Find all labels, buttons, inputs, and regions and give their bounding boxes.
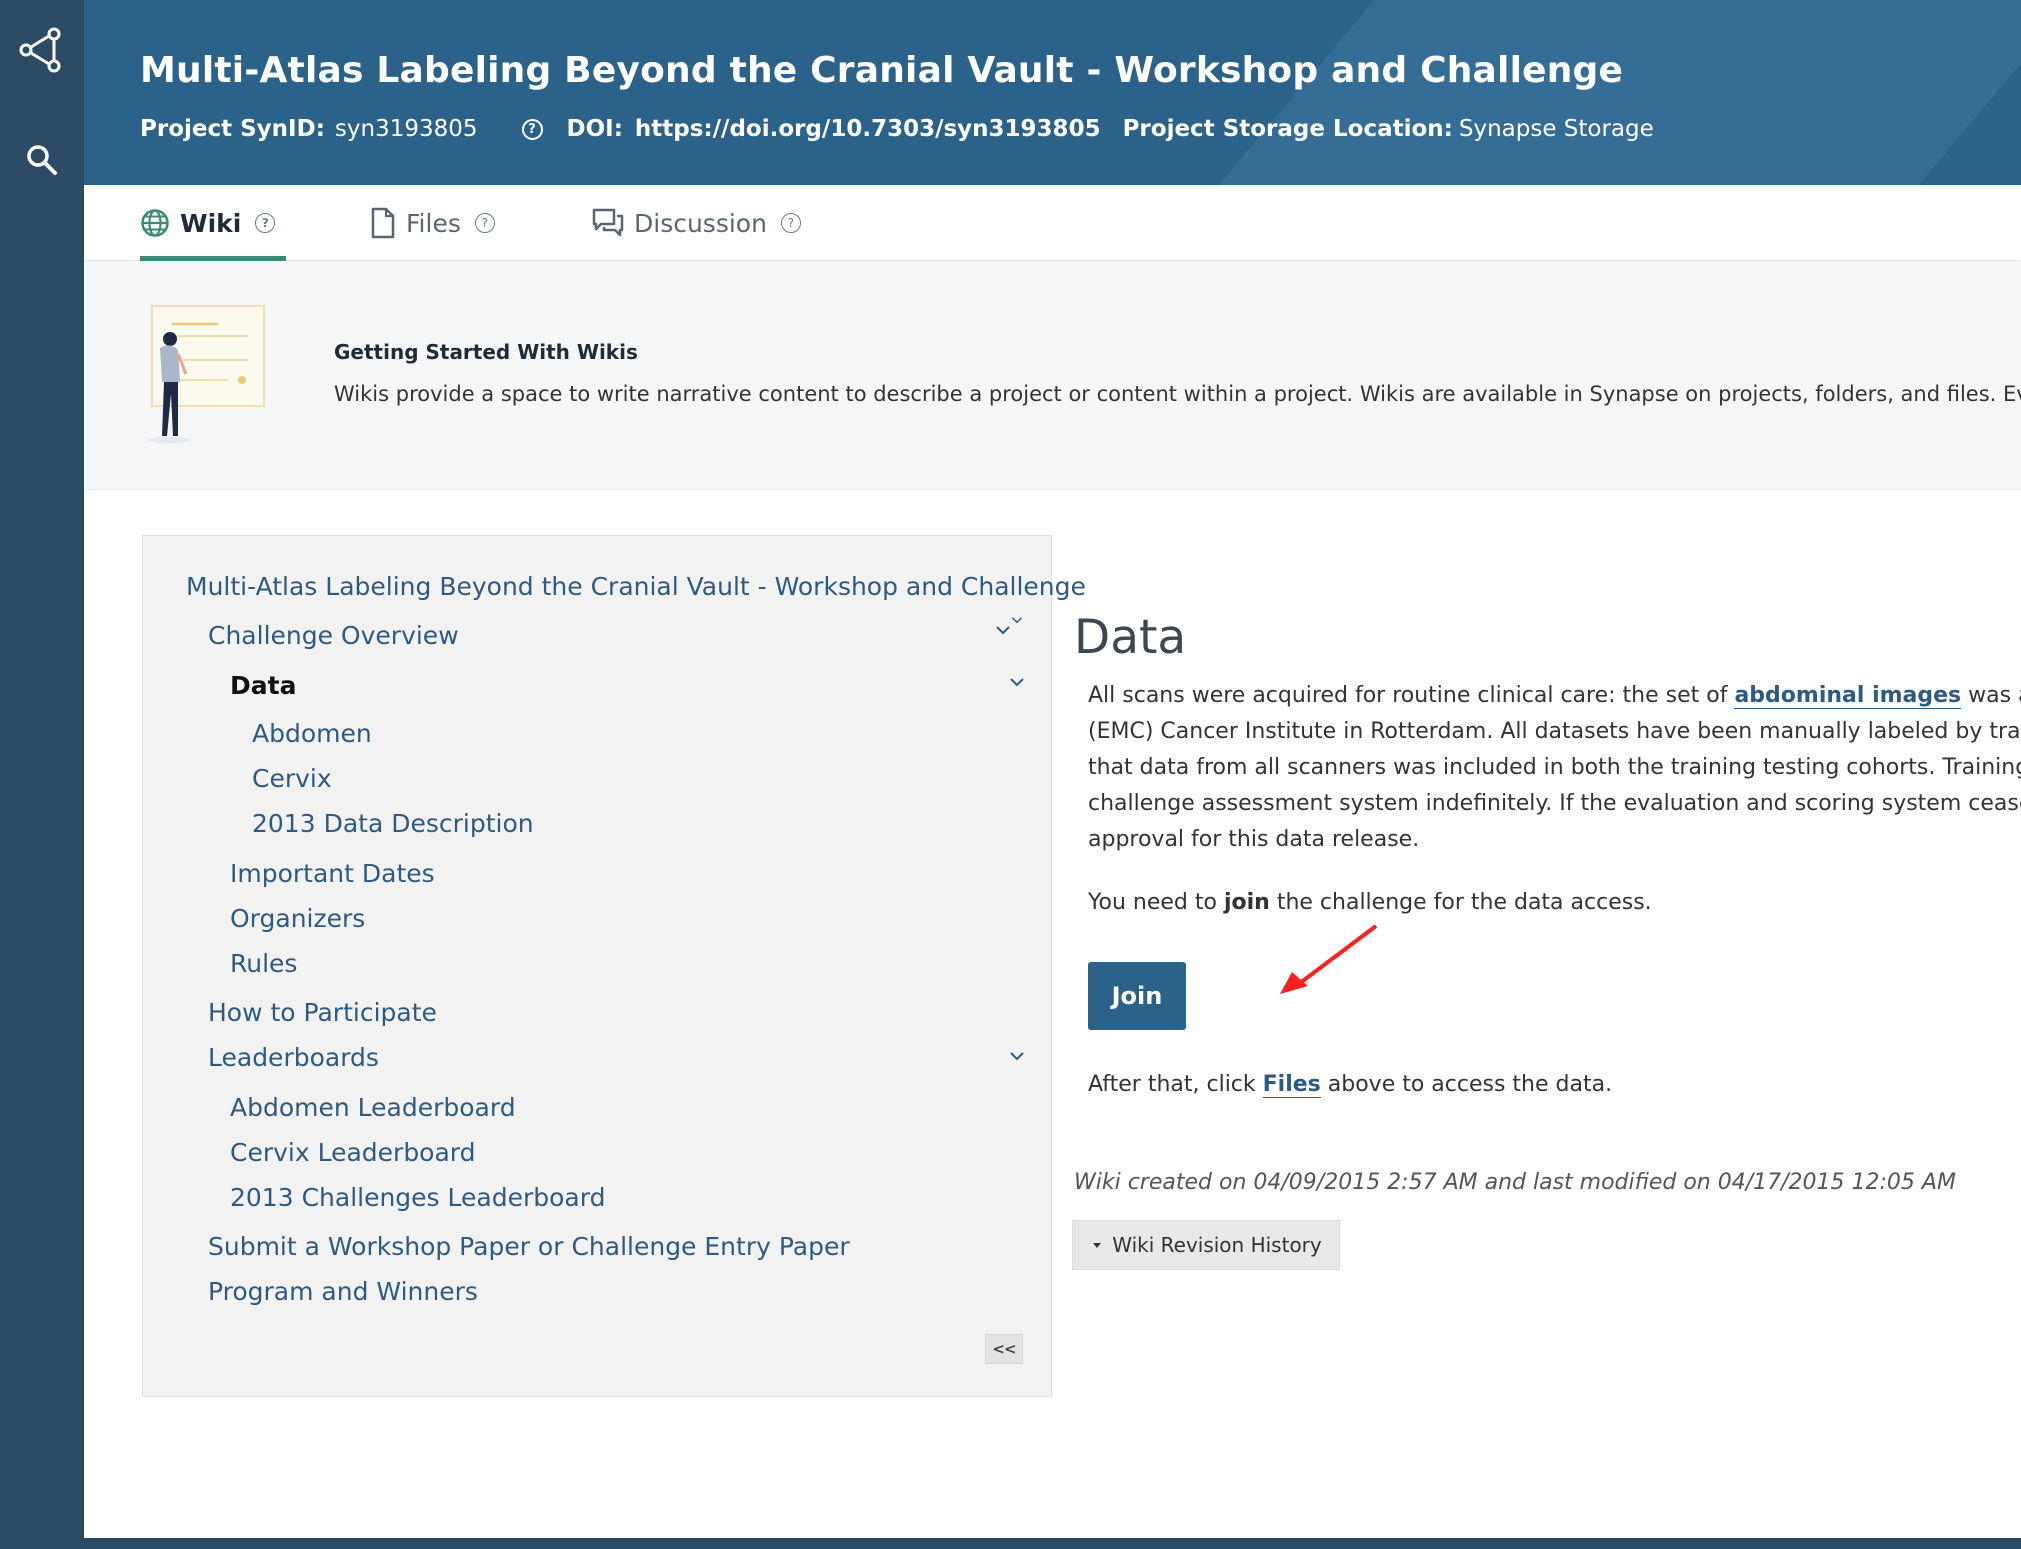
files-instruction-text: After that, click — [1088, 1072, 1263, 1097]
tab-discussion-label: Discussion — [634, 208, 767, 238]
para-text: was acquire — [1968, 683, 2021, 708]
tab-files[interactable]: Files ? — [370, 185, 495, 261]
files-help-icon[interactable]: ? — [474, 213, 495, 233]
globe-icon — [141, 209, 169, 237]
file-icon — [371, 207, 395, 239]
project-title: Multi-Atlas Labeling Beyond the Cranial … — [140, 50, 1624, 91]
discussion-help-icon[interactable]: ? — [780, 213, 801, 233]
synapse-logo-icon[interactable] — [0, 5, 84, 95]
wiki-table-of-contents: Multi-Atlas Labeling Beyond the Cranial … — [142, 535, 1086, 1397]
toc-item-data[interactable]: Data — [230, 671, 296, 700]
red-arrow-annotation-icon — [1280, 924, 1378, 994]
para-line: (EMC) Cancer Institute in Rotterdam. All… — [1088, 719, 2021, 744]
synid-label: Project SynID: — [140, 116, 325, 142]
project-header: Multi-Atlas Labeling Beyond the Cranial … — [84, 0, 2021, 185]
toc-item-leaderboards[interactable]: Leaderboards — [208, 1043, 379, 1072]
toc-item-abdomen-leaderboard[interactable]: Abdomen Leaderboard — [230, 1093, 516, 1122]
para-text: All scans were acquired for routine clin… — [1088, 683, 1735, 708]
toc-item-challenge-overview[interactable]: Challenge Overview — [208, 621, 459, 650]
join-instruction: You need to join the challenge for the d… — [1088, 890, 1652, 915]
toc-item-cervix-leaderboard[interactable]: Cervix Leaderboard — [230, 1138, 476, 1167]
join-instruction-bold: join — [1223, 890, 1270, 915]
tab-discussion[interactable]: Discussion ? — [592, 185, 801, 261]
toc-item-root[interactable]: Multi-Atlas Labeling Beyond the Cranial … — [186, 572, 1086, 601]
discussion-icon — [592, 208, 624, 237]
main-area: Multi-Atlas Labeling Beyond the Cranial … — [84, 0, 2021, 1538]
toc-item-2013-challenges-leaderboard[interactable]: 2013 Challenges Leaderboard — [230, 1183, 605, 1212]
wiki-revision-history-label: Wiki Revision History — [1112, 1233, 1322, 1257]
project-tabs: Wiki ? Files ? Discussion ? — [84, 185, 2021, 261]
join-instruction-text: You need to — [1088, 890, 1224, 915]
para-line: approval for this data release. — [1088, 827, 1420, 852]
active-tab-underline — [140, 256, 286, 261]
files-instruction-text: above to access the data. — [1320, 1072, 1613, 1097]
wiki-help-icon[interactable]: ? — [255, 213, 276, 233]
data-description: All scans were acquired for routine clin… — [1088, 678, 2021, 858]
left-nav — [0, 0, 84, 1549]
toc-item-submit-paper[interactable]: Submit a Workshop Paper or Challenge Ent… — [208, 1232, 850, 1261]
toc-item-cervix[interactable]: Cervix — [252, 764, 332, 793]
para-line: that data from all scanners was included… — [1088, 755, 2021, 780]
getting-started-banner: Getting Started With Wikis Wikis provide… — [84, 262, 2021, 490]
storage-value: Synapse Storage — [1458, 116, 1654, 142]
project-meta: Project SynID: syn3193805 ? DOI: https:/… — [140, 116, 1654, 142]
chevron-down-icon[interactable] — [995, 622, 1011, 638]
synid-value: syn3193805 — [334, 116, 478, 142]
caret-down-icon — [1093, 1243, 1102, 1248]
header-decoration — [1218, 0, 2021, 185]
para-line: challenge assessment system indefinitely… — [1088, 791, 2021, 816]
toc-item-organizers[interactable]: Organizers — [230, 904, 365, 933]
search-icon[interactable] — [0, 115, 84, 205]
wiki-illustration-icon — [148, 305, 265, 443]
getting-started-text: Wikis provide a space to write narrative… — [334, 382, 2021, 406]
tab-files-label: Files — [406, 208, 461, 238]
files-link[interactable]: Files — [1262, 1072, 1321, 1098]
getting-started-heading: Getting Started With Wikis — [334, 340, 638, 364]
toc-item-important-dates[interactable]: Important Dates — [230, 859, 435, 888]
chevron-down-icon[interactable] — [1009, 1048, 1025, 1064]
wiki-created-info: Wiki created on 04/09/2015 2:57 AM and l… — [1074, 1170, 1956, 1195]
join-button[interactable]: Join — [1088, 962, 1186, 1030]
page-title: Data — [1074, 610, 1187, 665]
abdominal-images-link[interactable]: abdominal images — [1734, 683, 1962, 709]
tab-wiki-label: Wiki — [180, 208, 242, 238]
help-icon[interactable]: ? — [521, 118, 543, 140]
chevron-down-icon[interactable] — [1009, 674, 1025, 690]
wiki-revision-history-button[interactable]: Wiki Revision History — [1072, 1220, 1340, 1270]
doi-label: DOI: — [566, 116, 623, 142]
toc-item-program-and-winners[interactable]: Program and Winners — [208, 1277, 478, 1306]
toc-item-abdomen[interactable]: Abdomen — [252, 719, 372, 748]
toc-item-rules[interactable]: Rules — [230, 949, 297, 978]
storage-label: Project Storage Location: — [1122, 116, 1453, 142]
toc-item-how-to-participate[interactable]: How to Participate — [208, 998, 437, 1027]
toc-item-2013-data-description[interactable]: 2013 Data Description — [252, 809, 534, 838]
collapse-toc-button[interactable]: << — [985, 1334, 1023, 1364]
chevron-down-icon[interactable] — [1011, 614, 1023, 626]
join-instruction-text: the challenge for the data access. — [1269, 890, 1652, 915]
files-instruction: After that, click Files above to access … — [1088, 1072, 1613, 1098]
tab-wiki[interactable]: Wiki ? — [140, 185, 286, 261]
doi-link[interactable]: https://doi.org/10.7303/syn3193805 — [635, 116, 1101, 142]
